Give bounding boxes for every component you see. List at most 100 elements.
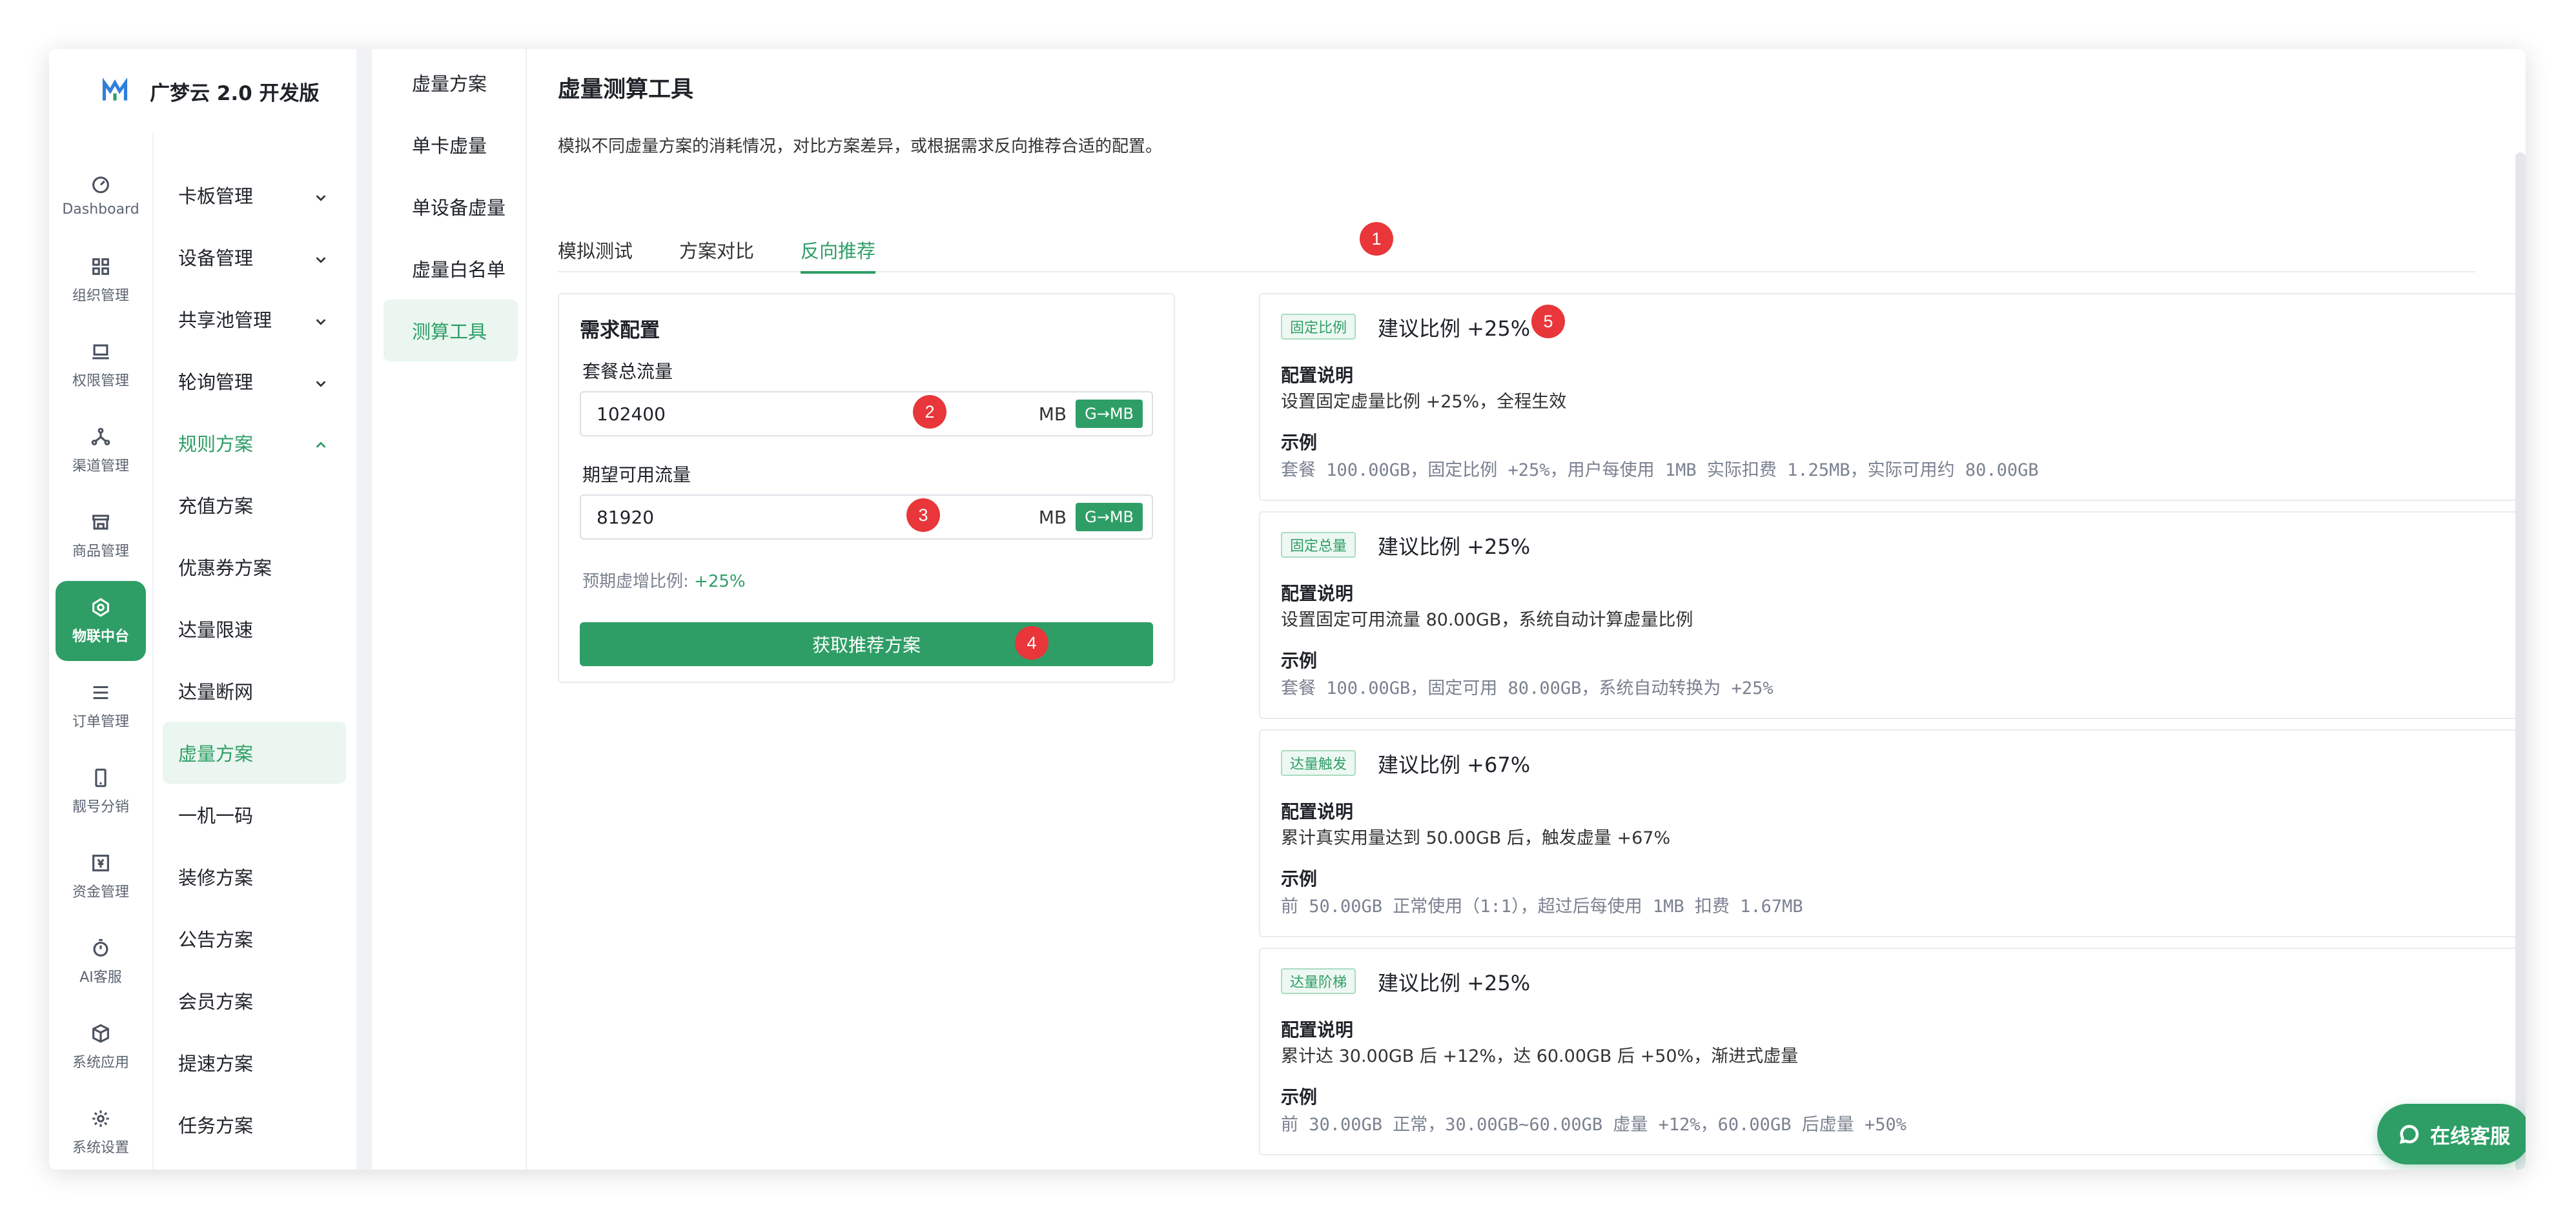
icon-rail: Dashboard 组织管理 权限管理 渠道管理 商品管理 物联中台 订单管理 … — [49, 49, 152, 1170]
rail-item-label: 物联中台 — [72, 629, 129, 645]
tab-compare[interactable]: 方案对比 — [679, 236, 754, 272]
expected-traffic-field[interactable]: 81920 MB G→MB — [580, 494, 1153, 540]
convert-gb-button[interactable]: G→MB — [1076, 400, 1143, 428]
rail-item-label: 商品管理 — [72, 544, 129, 560]
brand-header: 广梦云 2.0 开发版 — [49, 49, 356, 133]
tab-bar: 模拟测试 方案对比 反向推荐 — [558, 236, 2475, 274]
vertical-scrollbar[interactable] — [2515, 152, 2526, 1170]
menu-item-rules[interactable]: 规则方案 — [154, 412, 356, 474]
rail-item-dashboard[interactable]: Dashboard — [49, 152, 152, 238]
subnav-calculator[interactable]: 测算工具 — [383, 300, 518, 361]
rail-item-label: 订单管理 — [72, 714, 129, 730]
subnav-single-device[interactable]: 单设备虚量 — [372, 176, 526, 238]
marker-3: 3 — [906, 498, 940, 532]
config-text: 设置固定虚量比例 +25%，全程生效 — [1281, 392, 1567, 412]
logo-icon — [102, 77, 128, 101]
rail-item-label: 权限管理 — [72, 373, 129, 389]
total-traffic-field[interactable]: 102400 MB G→MB — [580, 391, 1153, 436]
config-text: 累计达 30.00GB 后 +12%，达 60.00GB 后 +50%，渐进式虚… — [1281, 1046, 1799, 1066]
menu-item-shared-pool[interactable]: 共享池管理 — [154, 288, 356, 350]
requirement-card: 需求配置 套餐总流量 102400 MB G→MB 期望可用流量 81920 M… — [558, 293, 1175, 683]
rail-item-permissions[interactable]: 权限管理 — [49, 323, 152, 408]
menu-item-label: 一机一码 — [178, 805, 254, 827]
cube-icon — [92, 1024, 109, 1043]
secondary-menu: 卡板管理 设备管理 共享池管理 轮询管理 规则方案 充值方案 优惠券方案 达量限… — [154, 49, 356, 1170]
subnav-column: 虚量方案 单卡虚量 单设备虚量 虚量白名单 测算工具 — [372, 49, 527, 1170]
menu-item-cutoff[interactable]: 达量断网 — [154, 660, 356, 722]
menu-item-announcement[interactable]: 公告方案 — [154, 908, 356, 970]
store-icon — [92, 514, 109, 530]
phone-icon — [95, 768, 107, 788]
menu-item-virtual[interactable]: 虚量方案 — [163, 722, 346, 784]
chevron-down-icon — [314, 187, 328, 201]
menu-item-speed-limit[interactable]: 达量限速 — [154, 598, 356, 660]
expected-traffic-label: 期望可用流量 — [582, 464, 691, 485]
subnav-whitelist[interactable]: 虚量白名单 — [372, 238, 526, 300]
rail-item-label: 系统应用 — [72, 1055, 129, 1071]
rail-item-label: 系统设置 — [72, 1140, 129, 1156]
result-title: 建议比例 +25% — [1378, 316, 1531, 341]
chevron-down-icon — [314, 249, 328, 263]
rail-item-products[interactable]: 商品管理 — [49, 493, 152, 578]
expected-ratio-value: +25% — [694, 572, 746, 591]
marker-4: 4 — [1015, 626, 1048, 660]
example-heading: 示例 — [1281, 432, 1318, 453]
config-heading: 配置说明 — [1281, 801, 1354, 822]
menu-item-label: 虚量方案 — [178, 743, 254, 765]
plan-type-badge: 固定比例 — [1281, 314, 1356, 340]
menu-item-task[interactable]: 任务方案 — [154, 1093, 356, 1155]
menu-item-one-code[interactable]: 一机一码 — [154, 784, 356, 846]
rail-item-channels[interactable]: 渠道管理 — [49, 408, 152, 493]
rail-item-organization[interactable]: 组织管理 — [49, 238, 152, 323]
result-card: 固定比例 建议比例 +25% 配置说明 设置固定虚量比例 +25%，全程生效 示… — [1259, 293, 2526, 501]
rail-item-iot-hub[interactable]: 物联中台 — [56, 581, 146, 661]
subnav-label: 测算工具 — [412, 321, 487, 343]
menu-item-member[interactable]: 会员方案 — [154, 970, 356, 1032]
rail-item-ai-service[interactable]: AI客服 — [49, 919, 152, 1004]
menu-item-speedup[interactable]: 提速方案 — [154, 1032, 356, 1093]
rail-nav: Dashboard 组织管理 权限管理 渠道管理 商品管理 物联中台 订单管理 … — [49, 152, 152, 1170]
rail-item-number-sales[interactable]: 靓号分销 — [49, 749, 152, 834]
menu-item-decoration[interactable]: 装修方案 — [154, 846, 356, 908]
brand-name: 广梦云 2.0 开发版 — [150, 81, 320, 105]
subnav-virtual-plan[interactable]: 虚量方案 — [372, 52, 526, 114]
get-recommendation-button[interactable]: 获取推荐方案 — [580, 622, 1153, 666]
example-text: 套餐 100.00GB，固定比例 +25%，用户每使用 1MB 实际扣费 1.2… — [1281, 460, 2039, 480]
menu-item-label: 优惠券方案 — [178, 557, 272, 579]
tab-simulation[interactable]: 模拟测试 — [558, 236, 633, 272]
tab-reverse-recommend[interactable]: 反向推荐 — [801, 236, 876, 274]
menu-item-label: 设备管理 — [178, 247, 254, 269]
gauge-icon — [92, 176, 109, 193]
subnav-panel: 虚量方案 单卡虚量 单设备虚量 虚量白名单 测算工具 — [372, 49, 527, 1170]
menu-item-label: 充值方案 — [178, 495, 254, 517]
subnav-label: 虚量方案 — [412, 73, 487, 95]
marker-5: 5 — [1531, 305, 1565, 338]
menu-item-label: 共享池管理 — [178, 309, 272, 331]
menu-item-label: 会员方案 — [178, 991, 254, 1013]
chat-bubble-icon — [2399, 1124, 2419, 1144]
menu-item-recharge[interactable]: 充值方案 — [154, 474, 356, 536]
main-content: 虚量测算工具 模拟不同虚量方案的消耗情况，对比方案差异，或根据需求反向推荐合适的… — [527, 49, 2526, 1170]
laptop-icon — [92, 344, 109, 360]
result-title: 建议比例 +25% — [1378, 971, 1531, 995]
result-title: 建议比例 +25% — [1378, 534, 1531, 559]
rail-item-orders[interactable]: 订单管理 — [49, 664, 152, 749]
unit-label: MB — [1038, 506, 1067, 528]
app-window: 广梦云 2.0 开发版 #1 广梦云 2.0 开发版 #1 广梦云 2.0 开发… — [49, 49, 2526, 1170]
menu-item-coupon[interactable]: 优惠券方案 — [154, 536, 356, 598]
config-heading: 配置说明 — [1281, 1019, 1354, 1041]
plan-type-badge: 固定总量 — [1281, 532, 1356, 558]
rail-item-funds[interactable]: 资金管理 — [49, 834, 152, 919]
menu-item-devices[interactable]: 设备管理 — [154, 226, 356, 288]
menu-item-board[interactable]: 卡板管理 — [154, 164, 356, 226]
convert-gb-button[interactable]: G→MB — [1076, 503, 1143, 531]
rail-item-label: Dashboard — [62, 201, 139, 218]
online-support-button[interactable]: 在线客服 — [2377, 1104, 2526, 1164]
subnav-single-card[interactable]: 单卡虚量 — [372, 114, 526, 176]
grid-icon — [92, 258, 109, 275]
rail-item-system-apps[interactable]: 系统应用 — [49, 1004, 152, 1090]
menu-item-polling[interactable]: 轮询管理 — [154, 350, 356, 412]
chevron-up-icon — [314, 435, 328, 449]
result-card: 固定总量 建议比例 +25% 配置说明 设置固定可用流量 80.00GB，系统自… — [1259, 511, 2526, 719]
rail-item-system-settings[interactable]: 系统设置 — [49, 1090, 152, 1170]
